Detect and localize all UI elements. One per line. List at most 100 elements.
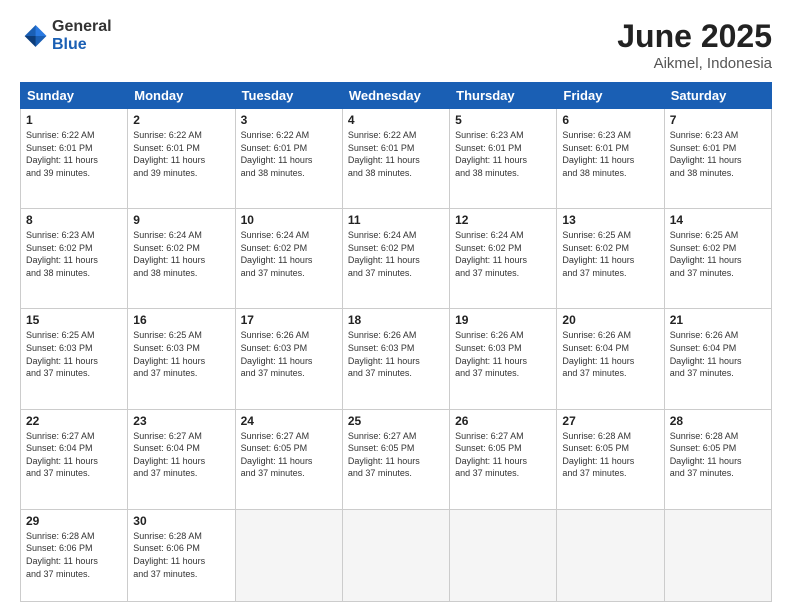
day-number: 24 bbox=[241, 414, 337, 428]
logo-general: General bbox=[52, 18, 112, 35]
day-info: Sunrise: 6:28 AM Sunset: 6:05 PM Dayligh… bbox=[562, 430, 658, 480]
day-info: Sunrise: 6:26 AM Sunset: 6:03 PM Dayligh… bbox=[241, 329, 337, 379]
table-row: 24 Sunrise: 6:27 AM Sunset: 6:05 PM Dayli… bbox=[235, 409, 342, 509]
table-row: 1 Sunrise: 6:22 AM Sunset: 6:01 PM Daylig… bbox=[21, 109, 128, 209]
table-row: 6Sunrise: 6:23 AM Sunset: 6:01 PM Daylig… bbox=[557, 109, 664, 209]
day-number: 9 bbox=[133, 213, 229, 227]
day-number: 29 bbox=[26, 514, 122, 528]
table-row: 12 Sunrise: 6:24 AM Sunset: 6:02 PM Dayli… bbox=[450, 209, 557, 309]
calendar-subtitle: Aikmel, Indonesia bbox=[617, 55, 772, 72]
day-number: 14 bbox=[670, 213, 766, 227]
table-row: 22Sunrise: 6:27 AM Sunset: 6:04 PM Dayli… bbox=[21, 409, 128, 509]
col-monday: Monday bbox=[128, 83, 235, 109]
day-info: Sunrise: 6:27 AM Sunset: 6:04 PM Dayligh… bbox=[133, 430, 229, 480]
day-number: 18 bbox=[348, 313, 444, 327]
day-info: Sunrise: 6:24 AM Sunset: 6:02 PM Dayligh… bbox=[241, 229, 337, 279]
header: General Blue June 2025 Aikmel, Indonesia bbox=[20, 18, 772, 72]
table-row: 3 Sunrise: 6:22 AM Sunset: 6:01 PM Daylig… bbox=[235, 109, 342, 209]
table-row bbox=[450, 509, 557, 601]
col-wednesday: Wednesday bbox=[342, 83, 449, 109]
day-number: 3 bbox=[241, 113, 337, 127]
day-number: 2 bbox=[133, 113, 229, 127]
day-number: 12 bbox=[455, 213, 551, 227]
col-friday: Friday bbox=[557, 83, 664, 109]
table-row: 17 Sunrise: 6:26 AM Sunset: 6:03 PM Dayli… bbox=[235, 309, 342, 409]
day-number: 17 bbox=[241, 313, 337, 327]
table-row: 27Sunrise: 6:28 AM Sunset: 6:05 PM Dayli… bbox=[557, 409, 664, 509]
day-number: 28 bbox=[670, 414, 766, 428]
day-number: 15 bbox=[26, 313, 122, 327]
logo-icon bbox=[20, 22, 48, 50]
day-number: 7 bbox=[670, 113, 766, 127]
day-info: Sunrise: 6:26 AM Sunset: 6:03 PM Dayligh… bbox=[348, 329, 444, 379]
day-info: Sunrise: 6:26 AM Sunset: 6:03 PM Dayligh… bbox=[455, 329, 551, 379]
day-info: Sunrise: 6:27 AM Sunset: 6:04 PM Dayligh… bbox=[26, 430, 122, 480]
table-row: 23 Sunrise: 6:27 AM Sunset: 6:04 PM Dayli… bbox=[128, 409, 235, 509]
day-number: 26 bbox=[455, 414, 551, 428]
day-info: Sunrise: 6:23 AM Sunset: 6:01 PM Dayligh… bbox=[562, 129, 658, 179]
day-number: 1 bbox=[26, 113, 122, 127]
day-number: 23 bbox=[133, 414, 229, 428]
table-row bbox=[664, 509, 771, 601]
table-row: 21Sunrise: 6:26 AM Sunset: 6:04 PM Dayli… bbox=[664, 309, 771, 409]
table-row: 7 Sunrise: 6:23 AM Sunset: 6:01 PM Daylig… bbox=[664, 109, 771, 209]
table-row: 13 Sunrise: 6:25 AM Sunset: 6:02 PM Dayli… bbox=[557, 209, 664, 309]
day-info: Sunrise: 6:22 AM Sunset: 6:01 PM Dayligh… bbox=[348, 129, 444, 179]
table-row: 4 Sunrise: 6:22 AM Sunset: 6:01 PM Daylig… bbox=[342, 109, 449, 209]
day-number: 8 bbox=[26, 213, 122, 227]
table-row: 2 Sunrise: 6:22 AM Sunset: 6:01 PM Daylig… bbox=[128, 109, 235, 209]
day-info: Sunrise: 6:25 AM Sunset: 6:03 PM Dayligh… bbox=[133, 329, 229, 379]
day-info: Sunrise: 6:25 AM Sunset: 6:03 PM Dayligh… bbox=[26, 329, 122, 379]
day-number: 30 bbox=[133, 514, 229, 528]
day-number: 4 bbox=[348, 113, 444, 127]
day-info: Sunrise: 6:25 AM Sunset: 6:02 PM Dayligh… bbox=[562, 229, 658, 279]
day-info: Sunrise: 6:24 AM Sunset: 6:02 PM Dayligh… bbox=[455, 229, 551, 279]
col-thursday: Thursday bbox=[450, 83, 557, 109]
logo-blue: Blue bbox=[52, 36, 87, 53]
page: General Blue June 2025 Aikmel, Indonesia… bbox=[0, 0, 792, 612]
table-row: 26Sunrise: 6:27 AM Sunset: 6:05 PM Dayli… bbox=[450, 409, 557, 509]
day-info: Sunrise: 6:23 AM Sunset: 6:01 PM Dayligh… bbox=[670, 129, 766, 179]
day-info: Sunrise: 6:28 AM Sunset: 6:06 PM Dayligh… bbox=[26, 530, 122, 580]
table-row: 18 Sunrise: 6:26 AM Sunset: 6:03 PM Dayli… bbox=[342, 309, 449, 409]
logo-text: General Blue bbox=[52, 18, 112, 53]
week-row-4: 22Sunrise: 6:27 AM Sunset: 6:04 PM Dayli… bbox=[21, 409, 772, 509]
col-saturday: Saturday bbox=[664, 83, 771, 109]
table-row: 28Sunrise: 6:28 AM Sunset: 6:05 PM Dayli… bbox=[664, 409, 771, 509]
day-info: Sunrise: 6:27 AM Sunset: 6:05 PM Dayligh… bbox=[241, 430, 337, 480]
day-info: Sunrise: 6:28 AM Sunset: 6:06 PM Dayligh… bbox=[133, 530, 229, 580]
week-row-3: 15 Sunrise: 6:25 AM Sunset: 6:03 PM Dayli… bbox=[21, 309, 772, 409]
day-info: Sunrise: 6:22 AM Sunset: 6:01 PM Dayligh… bbox=[241, 129, 337, 179]
table-row: 30 Sunrise: 6:28 AM Sunset: 6:06 PM Dayli… bbox=[128, 509, 235, 601]
day-info: Sunrise: 6:23 AM Sunset: 6:01 PM Dayligh… bbox=[455, 129, 551, 179]
day-number: 19 bbox=[455, 313, 551, 327]
week-row-5: 29 Sunrise: 6:28 AM Sunset: 6:06 PM Dayli… bbox=[21, 509, 772, 601]
day-info: Sunrise: 6:23 AM Sunset: 6:02 PM Dayligh… bbox=[26, 229, 122, 279]
day-info: Sunrise: 6:27 AM Sunset: 6:05 PM Dayligh… bbox=[348, 430, 444, 480]
day-number: 5 bbox=[455, 113, 551, 127]
day-number: 10 bbox=[241, 213, 337, 227]
table-row: 16 Sunrise: 6:25 AM Sunset: 6:03 PM Dayli… bbox=[128, 309, 235, 409]
header-row: Sunday Monday Tuesday Wednesday Thursday… bbox=[21, 83, 772, 109]
day-info: Sunrise: 6:24 AM Sunset: 6:02 PM Dayligh… bbox=[348, 229, 444, 279]
day-number: 13 bbox=[562, 213, 658, 227]
table-row bbox=[557, 509, 664, 601]
day-info: Sunrise: 6:25 AM Sunset: 6:02 PM Dayligh… bbox=[670, 229, 766, 279]
day-info: Sunrise: 6:22 AM Sunset: 6:01 PM Dayligh… bbox=[26, 129, 122, 179]
day-info: Sunrise: 6:24 AM Sunset: 6:02 PM Dayligh… bbox=[133, 229, 229, 279]
day-number: 16 bbox=[133, 313, 229, 327]
col-sunday: Sunday bbox=[21, 83, 128, 109]
table-row: 14 Sunrise: 6:25 AM Sunset: 6:02 PM Dayli… bbox=[664, 209, 771, 309]
table-row: 20Sunrise: 6:26 AM Sunset: 6:04 PM Dayli… bbox=[557, 309, 664, 409]
day-number: 25 bbox=[348, 414, 444, 428]
calendar-table: Sunday Monday Tuesday Wednesday Thursday… bbox=[20, 82, 772, 602]
col-tuesday: Tuesday bbox=[235, 83, 342, 109]
table-row: 10 Sunrise: 6:24 AM Sunset: 6:02 PM Dayli… bbox=[235, 209, 342, 309]
table-row: 11Sunrise: 6:24 AM Sunset: 6:02 PM Dayli… bbox=[342, 209, 449, 309]
table-row bbox=[235, 509, 342, 601]
day-info: Sunrise: 6:22 AM Sunset: 6:01 PM Dayligh… bbox=[133, 129, 229, 179]
title-block: June 2025 Aikmel, Indonesia bbox=[617, 18, 772, 72]
week-row-2: 8 Sunrise: 6:23 AM Sunset: 6:02 PM Daylig… bbox=[21, 209, 772, 309]
calendar-title: June 2025 bbox=[617, 18, 772, 55]
day-info: Sunrise: 6:26 AM Sunset: 6:04 PM Dayligh… bbox=[562, 329, 658, 379]
